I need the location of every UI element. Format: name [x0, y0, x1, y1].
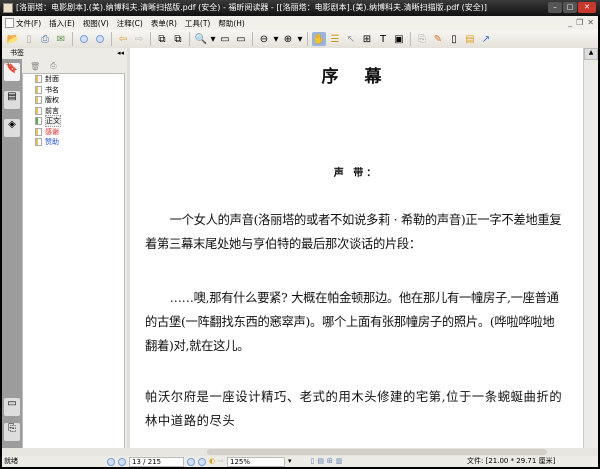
forward-icon[interactable]: ⇨	[132, 32, 146, 46]
bookmark-panel-header: 书签 ◂◂	[2, 48, 127, 59]
document-view[interactable]: 序 幕 声 带： 一个女人的声音(洛丽塔的或者不如说多莉 · 希勒的声音)正一字…	[127, 48, 583, 448]
menu-bar: 文件(F) 插入(E) 视图(V) 注释(C) 表单(R) 工具(T) 帮助(H…	[2, 16, 598, 30]
menu-tools[interactable]: 工具(T)	[185, 18, 210, 29]
zoom-in-icon[interactable]: ⊕	[281, 32, 295, 46]
comments-tab-icon[interactable]: ▭	[4, 398, 20, 416]
open-icon[interactable]: 📂	[6, 32, 20, 46]
title-bar: [洛丽塔：电影剧本].(美).纳博科夫.清晰扫描版.pdf (安全) - 福昕阅…	[0, 0, 600, 16]
pencil-icon[interactable]: ✎	[431, 32, 445, 46]
delete-bookmark-icon[interactable]: 🗑	[30, 62, 40, 71]
menu-insert[interactable]: 插入(E)	[49, 18, 75, 29]
bookmark-item-selected[interactable]: 正文	[23, 115, 124, 128]
bookmark-item[interactable]: 前言	[23, 106, 124, 117]
page-number-input[interactable]: 13 / 215	[129, 456, 184, 467]
paragraph: 一个女人的声音(洛丽塔的或者不如说多莉 · 希勒的声音)正一字不差地重复着第三幕…	[145, 213, 562, 251]
save-icon[interactable]: ▯	[22, 32, 36, 46]
zoom-input[interactable]: 125%	[226, 456, 285, 467]
zoom-out-icon[interactable]: ⊖	[257, 32, 271, 46]
attachments-tab-icon[interactable]: ⎘	[4, 423, 20, 441]
fit-width-icon[interactable]: ▭	[234, 32, 248, 46]
horizontal-scrollbar[interactable]	[2, 448, 598, 456]
vertical-scrollbar[interactable]: ▲	[583, 48, 598, 448]
textbox-icon[interactable]: ▯	[447, 32, 461, 46]
pages-tab-icon[interactable]: ▤	[4, 91, 20, 109]
chapter-title: 序 幕	[321, 67, 392, 87]
menu-comment[interactable]: 注释(C)	[117, 18, 143, 29]
bookmark-item[interactable]: 感谢	[23, 127, 124, 138]
snapshot-icon[interactable]: ⊞	[360, 32, 374, 46]
minimize-button[interactable]: –	[548, 2, 562, 13]
zoom-in-dropdown-icon[interactable]: ▾	[297, 32, 303, 46]
last-page-icon[interactable]	[198, 457, 206, 466]
paragraph: ……噢,那有什么要紧? 大概在帕金顿那边。他在那儿有一幢房子,一座普通的古堡(一…	[145, 291, 559, 353]
window-title: [洛丽塔：电影剧本].(美).纳博科夫.清晰扫描版.pdf (安全) - 福昕阅…	[16, 3, 488, 12]
prev-page-icon[interactable]	[77, 32, 91, 46]
scroll-thumb[interactable]	[207, 449, 547, 455]
continuous-icon[interactable]: ▤	[317, 456, 324, 467]
file-size-info: 文件: [21.00 * 29.71 厘米]	[467, 457, 556, 465]
bookmark-item[interactable]: 赞助	[23, 137, 124, 148]
doc-close-button[interactable]: ✕	[587, 18, 594, 27]
layers-tab-icon[interactable]: ◈	[4, 119, 20, 137]
document-icon	[5, 18, 14, 28]
panel-title: 书签	[10, 49, 24, 57]
status-bar: 就绪 13 / 215 ◐ ⇨ 125% ▾ ▯ ▤ ⊞ ▥ 文件: [21.0…	[2, 456, 598, 467]
rotate-left-icon[interactable]: ⧉	[155, 32, 169, 46]
zoom-out-dropdown-icon[interactable]: ▾	[273, 32, 279, 46]
next-page-icon[interactable]	[187, 457, 195, 466]
bookmark-options-icon[interactable]: ⎙	[50, 61, 56, 71]
bookmark-tree: 封面 书名 版权 前言 正文 感谢 赞助	[22, 73, 125, 456]
toolbar: 📂 ▯ ⎙ ✉ ⇦ ⇨ ⧉ ⧉ 🔍 ▾ ▭ ▭ ⊖ ▾ ⊕ ▾ ✋ ☰ ↖ ⊞ …	[2, 30, 598, 48]
bookmark-item[interactable]: 书名	[23, 85, 124, 96]
back-icon[interactable]: ◐	[209, 456, 215, 467]
back-icon[interactable]: ⇦	[116, 32, 130, 46]
continuous-facing-icon[interactable]: ▥	[336, 456, 343, 467]
single-page-icon[interactable]: ▯	[311, 456, 315, 467]
fit-page-icon[interactable]: ▭	[218, 32, 232, 46]
next-page-icon[interactable]	[93, 32, 107, 46]
bookmark-tree-panel: 🗑 ⎙ 封面 书名 版权 前言 正文 感谢 赞助	[22, 59, 127, 456]
select-icon[interactable]: ↖	[344, 32, 358, 46]
status-text: 就绪	[4, 457, 18, 465]
menu-help[interactable]: 帮助(H)	[218, 18, 245, 29]
menu-view[interactable]: 视图(V)	[83, 18, 109, 29]
zoom-dropdown-icon[interactable]: ▾	[288, 456, 292, 467]
select-text-icon[interactable]: ☰	[328, 32, 342, 46]
rotate-right-icon[interactable]: ⧉	[171, 32, 185, 46]
email-icon[interactable]: ✉	[54, 32, 68, 46]
print-icon[interactable]: ⎙	[38, 32, 52, 46]
close-button[interactable]: ✕	[578, 2, 596, 13]
arrow-icon[interactable]: ↗	[479, 32, 493, 46]
forward-icon[interactable]: ⇨	[218, 456, 224, 467]
facing-icon[interactable]: ⊞	[327, 456, 333, 467]
prev-page-icon[interactable]	[118, 457, 126, 466]
bookmark-item[interactable]: 版权	[23, 95, 124, 106]
hand-tool-icon[interactable]: ✋	[312, 32, 326, 46]
doc-minimize-button[interactable]: _	[568, 18, 572, 27]
app-icon	[3, 3, 13, 13]
maximize-button[interactable]: □	[563, 2, 577, 13]
menu-form[interactable]: 表单(R)	[151, 18, 177, 29]
menu-file[interactable]: 文件(F)	[16, 18, 41, 29]
collapse-panel-icon[interactable]: ◂◂	[117, 48, 124, 59]
typewriter-icon[interactable]: T	[376, 32, 390, 46]
bookmark-item[interactable]: 封面	[23, 74, 124, 85]
panel-tab-strip: 🔖 ▤ ◈ ▭ ⎘	[2, 59, 22, 456]
note-icon[interactable]: ▤	[463, 32, 477, 46]
first-page-icon[interactable]	[107, 457, 115, 466]
section-heading: 声 带：	[333, 168, 380, 179]
zoom-dropdown-icon[interactable]: ▾	[210, 32, 216, 46]
bookmarks-tab-icon[interactable]: 🔖	[4, 63, 20, 81]
attachment-icon[interactable]: ⎘	[415, 32, 429, 46]
paragraph: 帕沃尔府是一座设计精巧、老式的用木头修建的宅第,位于一条蜿蜒曲折的林中道路的尽头	[145, 390, 563, 428]
image-icon[interactable]: ▣	[392, 32, 406, 46]
zoom-tool-icon[interactable]: 🔍	[194, 32, 208, 46]
doc-restore-button[interactable]: ❐	[576, 18, 583, 27]
